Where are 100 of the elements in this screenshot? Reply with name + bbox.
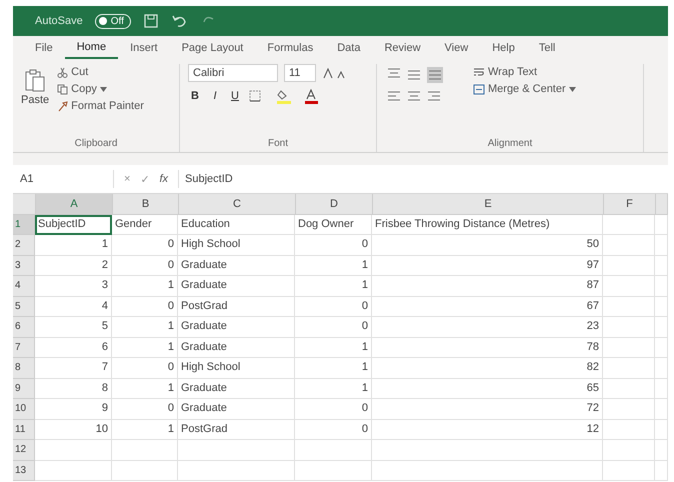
column-header[interactable]: A — [36, 194, 113, 214]
caret-icon — [100, 86, 107, 92]
empty-cell — [603, 399, 655, 420]
row-header[interactable]: 9 — [13, 378, 35, 399]
column-header[interactable]: E — [373, 194, 604, 214]
insert-function-button[interactable]: fx — [159, 173, 168, 185]
wrap-text-button[interactable]: Wrap Text — [473, 66, 576, 78]
table-cell: 1 — [295, 378, 372, 399]
table-cell: 5 — [35, 317, 112, 338]
row-header[interactable]: 13 — [13, 460, 35, 481]
table-cell: 1 — [112, 378, 178, 399]
row-header[interactable]: 11 — [13, 420, 35, 440]
ribbon-tab[interactable]: Formulas — [255, 38, 326, 58]
row-header[interactable]: 2 — [13, 235, 35, 256]
empty-cell — [655, 276, 668, 296]
formula-field[interactable]: SubjectID — [178, 170, 668, 188]
cut-button[interactable]: Cut — [57, 66, 144, 78]
table-cell: 50 — [372, 235, 603, 256]
row-header[interactable]: 10 — [13, 399, 35, 420]
group-label: Clipboard — [74, 138, 118, 151]
table-cell: 6 — [35, 338, 112, 358]
row-header[interactable]: 8 — [13, 358, 35, 378]
column-header[interactable]: C — [179, 194, 296, 214]
name-box[interactable]: A1 — [17, 170, 114, 188]
merge-center-button[interactable]: Merge & Center — [473, 83, 576, 95]
table-cell: Gender — [112, 214, 178, 235]
column-header[interactable]: D — [296, 194, 373, 214]
column-header[interactable]: B — [113, 194, 179, 214]
ribbon-tab[interactable]: Tell — [526, 38, 568, 58]
ribbon-tab[interactable]: Insert — [118, 38, 170, 58]
table-cell: 4 — [35, 296, 112, 317]
row-header[interactable]: 6 — [13, 317, 35, 338]
ribbon-tab[interactable]: Page Layout — [170, 38, 256, 58]
ribbon-tab[interactable]: Review — [372, 38, 433, 58]
ribbon-tab[interactable]: View — [432, 38, 480, 58]
autosave-label: AutoSave — [35, 15, 83, 27]
font-name-field[interactable]: Calibri — [188, 64, 278, 82]
row-header[interactable]: 7 — [13, 338, 35, 358]
table-cell: 0 — [295, 296, 372, 317]
ribbon-tab[interactable]: Home — [64, 37, 118, 59]
table-cell: Dog Owner — [295, 214, 372, 235]
format-painter-button[interactable]: Format Painter — [57, 100, 144, 112]
table-cell: 2 — [35, 256, 112, 276]
row-header[interactable]: 5 — [13, 296, 35, 317]
caret-icon — [568, 86, 576, 92]
save-icon[interactable] — [142, 13, 159, 29]
empty-cell — [603, 460, 655, 481]
paste-button[interactable]: Paste — [21, 64, 50, 138]
empty-cell — [655, 399, 668, 420]
table-cell: 1 — [112, 276, 178, 296]
ribbon-tab[interactable]: Help — [480, 38, 527, 58]
empty-cell — [655, 256, 668, 276]
table-cell: Frisbee Throwing Distance (Metres) — [372, 214, 603, 235]
table-cell: 1 — [295, 358, 372, 378]
table-cell: 0 — [295, 317, 372, 338]
empty-cell — [655, 420, 668, 440]
scissors-icon — [57, 66, 68, 78]
table-cell: Graduate — [178, 276, 295, 296]
empty-cell — [603, 317, 655, 338]
table-cell: 97 — [372, 256, 603, 276]
table-cell: PostGrad — [178, 420, 295, 440]
bold-button[interactable]: B — [188, 90, 202, 102]
wrap-text-icon — [473, 66, 485, 78]
table-cell: 1 — [35, 235, 112, 256]
ribbon-tab[interactable]: Data — [325, 38, 372, 58]
table-cell: PostGrad — [178, 296, 295, 317]
row-header[interactable]: 1 — [13, 214, 35, 235]
table-cell: 12 — [372, 420, 603, 440]
table-cell: 0 — [112, 399, 178, 420]
table-cell: 0 — [295, 420, 372, 440]
table-cell: 0 — [112, 296, 178, 317]
copy-button[interactable]: Copy — [57, 83, 144, 95]
empty-cell — [603, 338, 655, 358]
empty-cell — [655, 358, 668, 378]
row-header[interactable]: 4 — [13, 276, 35, 296]
autosave-toggle[interactable]: Off — [94, 14, 131, 28]
column-header[interactable]: F — [604, 194, 656, 214]
row-header[interactable]: 3 — [13, 256, 35, 276]
table-cell: 3 — [35, 276, 112, 296]
copy-icon — [57, 84, 68, 94]
empty-cell — [112, 460, 178, 481]
table-cell: 72 — [372, 399, 603, 420]
italic-button[interactable]: I — [208, 90, 222, 102]
ribbon-tab[interactable]: File — [23, 38, 65, 58]
underline-button[interactable]: U — [228, 90, 242, 102]
font-size-field[interactable]: 11 — [284, 64, 316, 82]
table-cell: High School — [178, 235, 295, 256]
empty-cell — [655, 338, 668, 358]
table-cell: Graduate — [178, 256, 295, 276]
empty-cell — [603, 358, 655, 378]
row-header[interactable]: 12 — [13, 440, 35, 460]
table-cell: SubjectID — [35, 214, 112, 235]
clipboard-icon — [24, 68, 46, 94]
empty-cell — [603, 256, 655, 276]
table-cell: 9 — [35, 399, 112, 420]
table-cell: 0 — [295, 399, 372, 420]
table-cell: 10 — [35, 420, 112, 440]
table-cell: Graduate — [178, 399, 295, 420]
empty-cell — [655, 296, 668, 317]
table-cell: 1 — [112, 338, 178, 358]
